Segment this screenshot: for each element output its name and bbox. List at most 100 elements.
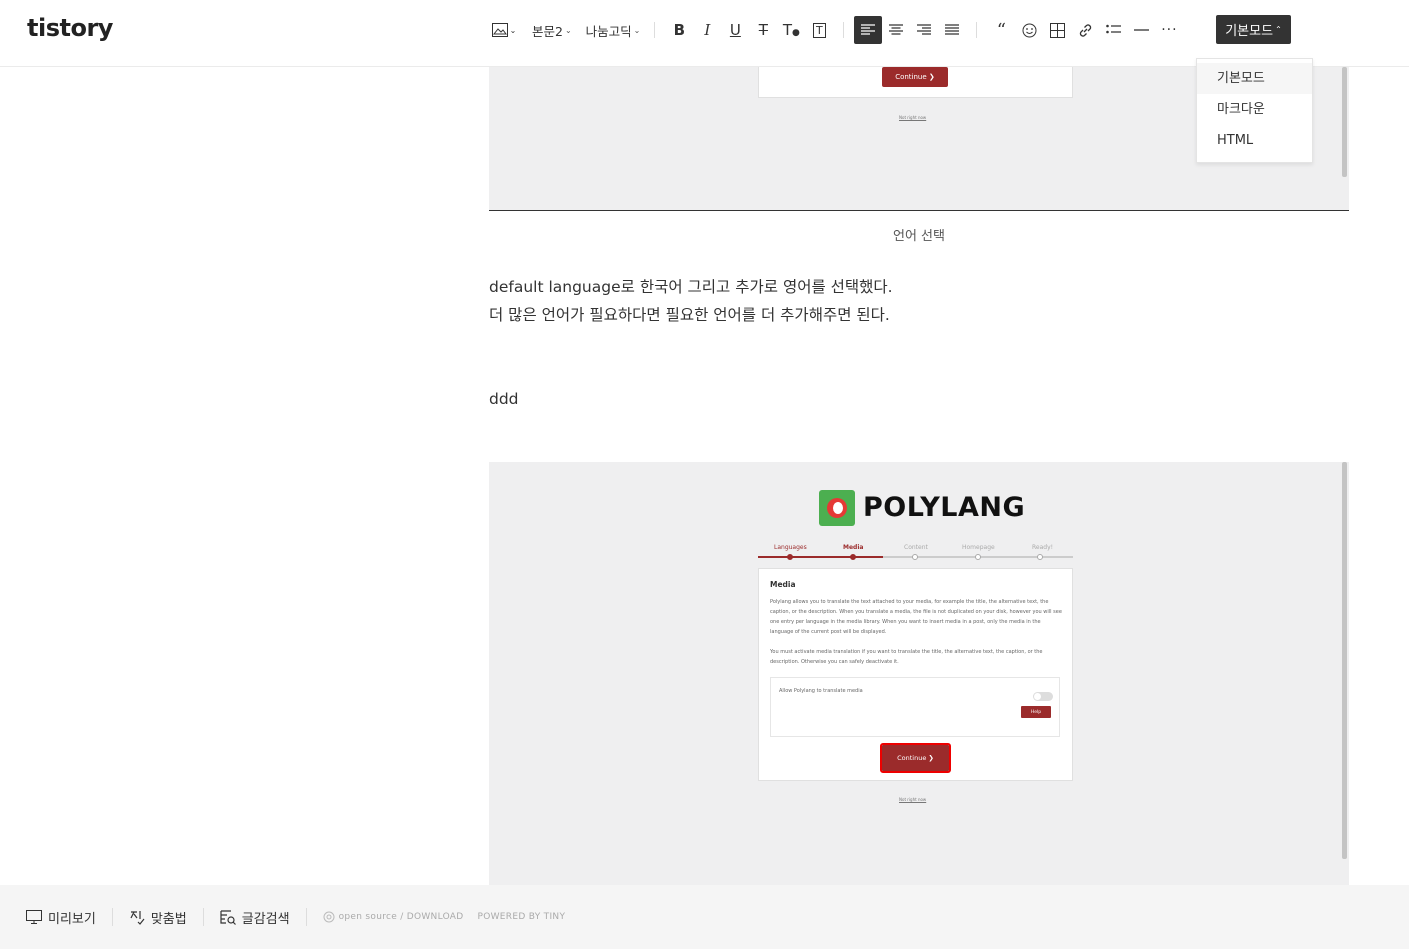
italic-button[interactable]: I xyxy=(693,16,721,44)
mode-option-basic[interactable]: 기본모드 xyxy=(1197,63,1312,94)
step-label: Content xyxy=(904,544,928,551)
bold-icon: B xyxy=(673,21,686,39)
spellcheck-icon xyxy=(130,911,145,925)
step-dot xyxy=(850,554,856,560)
option-label: Allow Polylang to translate media xyxy=(779,688,863,694)
italic-icon: I xyxy=(704,21,711,39)
table-icon xyxy=(1049,22,1065,38)
step-label: Homepage xyxy=(962,544,995,551)
editor-mode-button[interactable]: 기본모드 ⌃ xyxy=(1216,15,1291,44)
chevron-down-icon: ⌄ xyxy=(509,25,517,35)
text-color-button[interactable]: T● xyxy=(777,16,805,44)
underline-button[interactable]: U xyxy=(721,16,749,44)
emoticon-button[interactable] xyxy=(1015,16,1043,44)
align-right-icon xyxy=(917,24,932,35)
preview-label: 미리보기 xyxy=(48,911,96,927)
font-select[interactable]: 나눔고딕 ⌄ xyxy=(582,16,645,44)
align-left-button[interactable] xyxy=(854,16,883,44)
mode-option-html[interactable]: HTML xyxy=(1197,125,1312,156)
monitor-icon xyxy=(26,910,42,924)
link-icon xyxy=(1079,23,1091,37)
table-button[interactable] xyxy=(1043,16,1071,44)
list-button[interactable] xyxy=(1099,16,1127,44)
align-left-icon xyxy=(861,24,876,35)
align-justify-icon xyxy=(945,24,960,35)
link-button[interactable] xyxy=(1071,16,1099,44)
step-dot xyxy=(787,554,793,560)
chevron-down-icon: ⌄ xyxy=(633,25,641,35)
paragraph-text[interactable]: ddd xyxy=(489,385,519,413)
editor-mode-dropdown: 기본모드 마크다운 HTML xyxy=(1196,58,1313,163)
horizontal-line-button[interactable] xyxy=(1127,16,1155,44)
chevron-down-icon: ⌄ xyxy=(564,25,572,35)
text-background-button[interactable]: T xyxy=(805,16,833,44)
footer-divider xyxy=(305,908,307,926)
text-color-icon: T● xyxy=(782,21,800,39)
step-label: Languages xyxy=(774,544,807,551)
quote-icon: “ xyxy=(996,19,1006,41)
card-heading: Media xyxy=(770,580,796,589)
more-button[interactable]: ··· xyxy=(1155,16,1183,44)
steps-progress xyxy=(758,556,883,558)
preview-button[interactable]: 미리보기 xyxy=(26,908,96,927)
screenshot-skip-link: Not right now xyxy=(899,797,927,802)
document-search-icon xyxy=(220,910,236,925)
help-button: Help xyxy=(1021,706,1051,718)
more-icon: ··· xyxy=(1161,22,1178,38)
align-right-button[interactable] xyxy=(910,16,938,44)
step-label: Ready! xyxy=(1032,544,1054,551)
toolbar-divider xyxy=(654,22,656,38)
horizontal-line-icon xyxy=(1133,29,1149,31)
editor-mode-label: 기본모드 xyxy=(1225,24,1274,39)
footer-divider xyxy=(111,908,113,926)
polylang-title: POLYLANG xyxy=(863,492,1026,523)
toolbar-divider xyxy=(843,22,845,38)
editor-footer: 미리보기 맞춤법 글감검색 open source / DOWNLOAD POW… xyxy=(0,885,1409,949)
card-description: Polylang allows you to translate the tex… xyxy=(770,599,1062,635)
underline-icon: U xyxy=(729,21,741,39)
wizard-steps: Languages Media Content Homepage Ready! xyxy=(758,542,1073,560)
paragraph-text[interactable]: default language로 한국어 그리고 추가로 영어를 선택했다. xyxy=(489,273,893,301)
spellcheck-button[interactable]: 맞춤법 xyxy=(129,908,187,927)
screenshot-continue-button: Continue ❯ xyxy=(882,67,948,87)
spellcheck-label: 맞춤법 xyxy=(150,911,187,927)
media-settings-card: Media Polylang allows you to translate t… xyxy=(758,568,1073,781)
editor-header: tistory ⌄ 본문2 ⌄ 나눔고딕 ⌄ B I U T T● T “ ··… xyxy=(0,0,1409,67)
open-source-label: open source / DOWNLOAD xyxy=(338,912,464,922)
editor-toolbar: ⌄ 본문2 ⌄ 나눔고딕 ⌄ B I U T T● T “ ··· xyxy=(488,15,1183,45)
smiley-icon xyxy=(1022,23,1037,37)
step-dot xyxy=(912,554,918,560)
insert-image-button[interactable]: ⌄ xyxy=(488,16,520,44)
align-justify-button[interactable] xyxy=(938,16,966,44)
open-source-link[interactable]: open source / DOWNLOAD xyxy=(323,911,464,923)
translate-media-toggle xyxy=(1033,692,1053,701)
align-center-icon xyxy=(889,24,904,35)
quote-button[interactable]: “ xyxy=(987,16,1015,44)
powered-by-tiny[interactable]: POWERED BY TINY xyxy=(478,912,566,922)
material-search-button[interactable]: 글감검색 xyxy=(220,908,290,927)
step-label: Media xyxy=(843,544,864,551)
bullet-list-icon xyxy=(1106,24,1121,34)
font-label: 나눔고딕 xyxy=(585,23,632,39)
paragraph-style-select[interactable]: 본문2 ⌄ xyxy=(528,16,576,44)
image-scrollbar[interactable] xyxy=(1342,67,1347,177)
mode-option-markdown[interactable]: 마크다운 xyxy=(1197,94,1312,125)
polylang-logo-icon xyxy=(819,490,855,526)
tistory-logo[interactable]: tistory xyxy=(27,14,113,42)
bold-button[interactable]: B xyxy=(665,16,693,44)
option-box: Allow Polylang to translate media Help xyxy=(770,677,1060,737)
step-dot xyxy=(975,554,981,560)
step-dot xyxy=(1037,554,1043,560)
paragraph-text[interactable]: 더 많은 언어가 필요하다면 필요한 언어를 더 추가해주면 된다. xyxy=(489,301,890,329)
screenshot-continue-button: Continue ❯ xyxy=(880,743,951,773)
align-center-button[interactable] xyxy=(882,16,910,44)
image-caption[interactable]: 언어 선택 xyxy=(489,225,1349,244)
image-icon xyxy=(491,23,508,37)
strikethrough-button[interactable]: T xyxy=(749,16,777,44)
strikethrough-icon: T xyxy=(758,21,768,39)
embedded-screenshot-media[interactable]: POLYLANG Languages Media Content Homepag… xyxy=(489,462,1349,885)
chevron-up-icon: ⌃ xyxy=(1275,25,1282,34)
text-background-icon: T xyxy=(813,22,826,38)
material-search-label: 글감검색 xyxy=(241,911,290,927)
image-scrollbar[interactable] xyxy=(1342,462,1347,859)
